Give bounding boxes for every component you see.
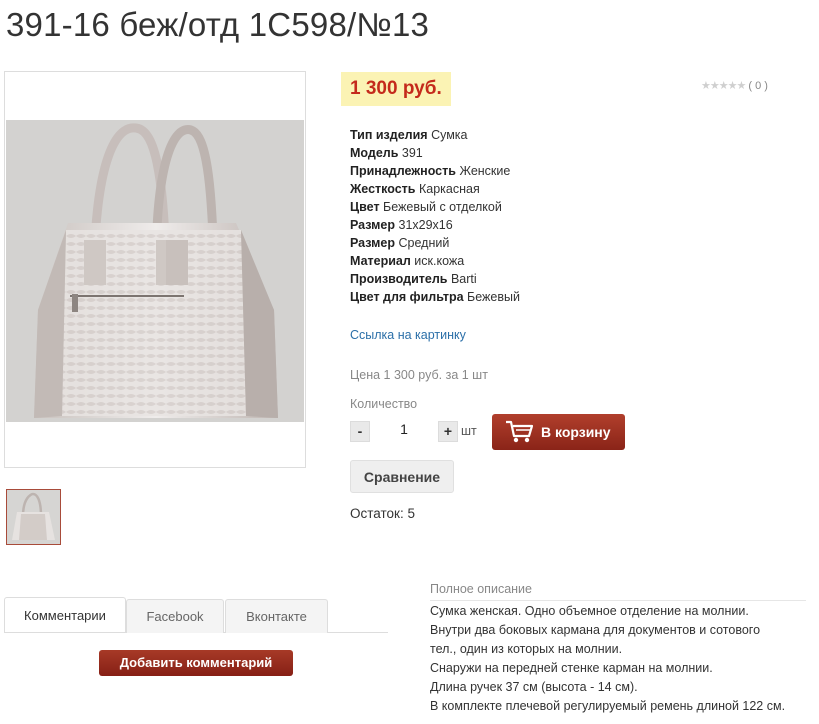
quantity-label: Количество [350, 397, 418, 411]
image-link[interactable]: Ссылка на картинку [350, 328, 466, 342]
description-line: В комплекте плечевой регулируемый ремень… [430, 699, 786, 713]
product-title: 391-16 беж/отд 1С598/№13 [6, 6, 430, 43]
spec-key: Размер [350, 236, 396, 250]
spec-value: Женские [459, 164, 511, 178]
description-text: Сумка женская. Одно объемное отделение н… [430, 601, 806, 716]
quantity-input[interactable]: 1 [378, 421, 430, 437]
unit-price: Цена 1 300 руб. за 1 шт [350, 368, 488, 382]
spec-value: Бежевый с отделкой [383, 200, 502, 214]
spec-row: Производитель Barti [350, 270, 520, 288]
spec-value: Каркасная [418, 182, 480, 196]
spec-row: Цвет для фильтра Бежевый [350, 288, 520, 306]
description-line: Длина ручек 37 см (высота - 14 см). [430, 680, 638, 694]
description-line: тел., один из которых на молнии. [430, 642, 623, 656]
spec-row: Размер Средний [350, 234, 520, 252]
tab-comments[interactable]: Комментарии [4, 597, 126, 632]
spec-row: Размер 31x29x16 [350, 216, 520, 234]
full-description: Полное описание Сумка женская. Одно объе… [430, 581, 806, 716]
spec-value: 391 [401, 146, 423, 160]
spec-key: Цвет [350, 200, 380, 214]
spec-key: Производитель [350, 272, 448, 286]
spec-value: иск.кожа [414, 254, 465, 268]
description-line: Сумка женская. Одно объемное отделение н… [430, 604, 749, 618]
quantity-increase-button[interactable]: + [438, 421, 458, 442]
add-comment-button[interactable]: Добавить комментарий [99, 650, 293, 676]
spec-key: Размер [350, 218, 396, 232]
add-to-cart-label: В корзину [541, 424, 611, 440]
rating-stars-icon[interactable]: ★★★★★ [701, 80, 746, 92]
spec-key: Тип изделия [350, 128, 428, 142]
tab-facebook[interactable]: Facebook [126, 599, 224, 633]
tab-vkontakte[interactable]: Вконтакте [225, 599, 328, 633]
cart-icon [505, 420, 534, 447]
handbag-illustration [34, 123, 278, 418]
quantity-unit: шт [461, 424, 477, 438]
spec-row: Модель 391 [350, 144, 520, 162]
spec-key: Модель [350, 146, 399, 160]
product-specs: Тип изделия Сумка Модель 391 Принадлежно… [350, 126, 520, 306]
spec-value: Средний [398, 236, 450, 250]
spec-row: Принадлежность Женские [350, 162, 520, 180]
spec-key: Жесткость [350, 182, 416, 196]
spec-value: Бежевый [467, 290, 520, 304]
rating[interactable]: ★★★★★ ( 0 ) [701, 79, 768, 92]
product-price: 1 300 руб. [341, 72, 451, 106]
product-main-image[interactable] [4, 71, 306, 468]
description-line: Снаружи на передней стенке карман на мол… [430, 661, 713, 675]
quantity-decrease-button[interactable]: - [350, 421, 370, 442]
spec-key: Принадлежность [350, 164, 456, 178]
product-thumbnail[interactable] [6, 489, 61, 545]
description-heading: Полное описание [430, 581, 806, 601]
spec-value: 31x29x16 [398, 218, 453, 232]
product-photo [6, 120, 304, 422]
handbag-thumbnail-icon [7, 490, 60, 544]
spec-row: Цвет Бежевый с отделкой [350, 198, 520, 216]
spec-key: Материал [350, 254, 411, 268]
stock-remaining: Остаток: 5 [350, 506, 415, 521]
compare-button[interactable]: Сравнение [350, 460, 454, 493]
rating-count: ( 0 ) [748, 80, 768, 92]
description-line: Внутри два боковых кармана для документо… [430, 623, 761, 637]
spec-value: Barti [450, 272, 477, 286]
spec-key: Цвет для фильтра [350, 290, 464, 304]
spec-row: Жесткость Каркасная [350, 180, 520, 198]
add-to-cart-button[interactable]: В корзину [492, 414, 625, 450]
spec-value: Сумка [431, 128, 468, 142]
spec-row: Тип изделия Сумка [350, 126, 520, 144]
spec-row: Материал иск.кожа [350, 252, 520, 270]
